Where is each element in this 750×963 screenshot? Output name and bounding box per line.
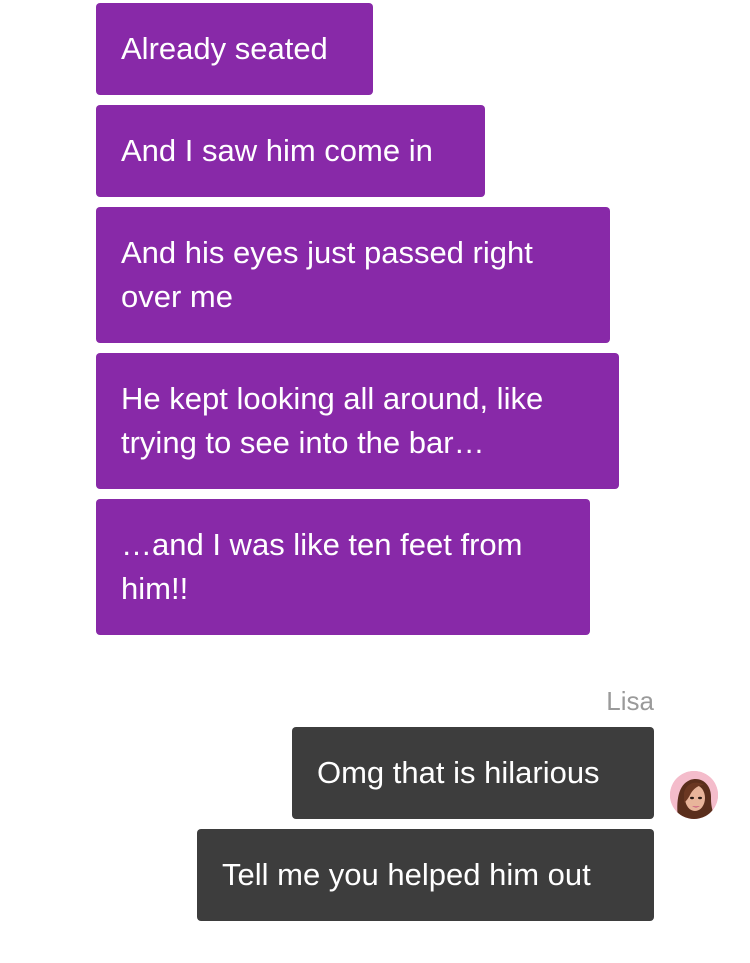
message-text: And his eyes just passed right over me — [121, 235, 533, 314]
message-bubble-incoming[interactable]: He kept looking all around, like trying … — [96, 353, 619, 489]
message-text: He kept looking all around, like trying … — [121, 381, 544, 460]
message-bubble-incoming[interactable]: Already seated — [96, 3, 373, 95]
message-text: Tell me you helped him out — [222, 857, 591, 892]
message-text: …and I was like ten feet from him!! — [121, 527, 523, 606]
sender-name: Lisa — [606, 686, 654, 716]
message-bubble-incoming[interactable]: And his eyes just passed right over me — [96, 207, 610, 343]
message-text: Omg that is hilarious — [317, 755, 600, 790]
message-text: Already seated — [121, 31, 328, 66]
contact-avatar-icon[interactable] — [670, 771, 718, 819]
message-bubble-outgoing[interactable]: Omg that is hilarious — [292, 727, 654, 819]
message-text: And I saw him come in — [121, 133, 433, 168]
message-bubble-incoming[interactable]: And I saw him come in — [96, 105, 485, 197]
message-bubble-incoming[interactable]: …and I was like ten feet from him!! — [96, 499, 590, 635]
message-bubble-outgoing[interactable]: Tell me you helped him out — [197, 829, 654, 921]
